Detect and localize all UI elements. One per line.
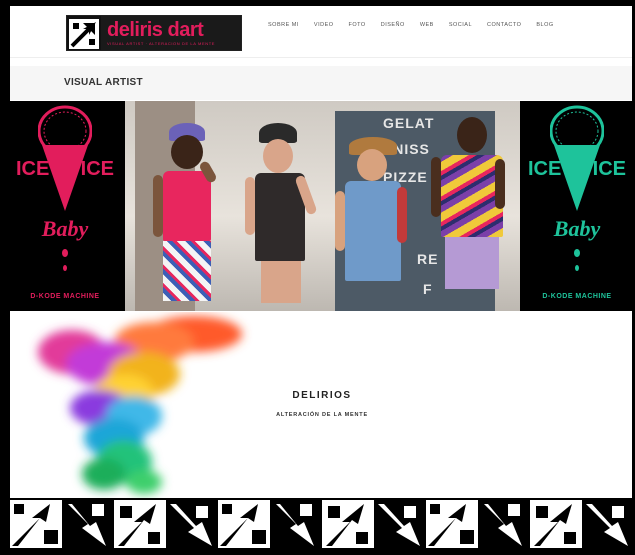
drip-icon [63,265,67,271]
poster-text-ice-right: ICE [80,158,114,180]
person-figure [425,111,517,311]
arrow-pattern-band [10,498,632,548]
arrow-pattern-icon [478,500,530,548]
nav-item-web[interactable]: WEB [420,22,434,28]
section-subtitle: ALTERACIÓN DE LA MENTE [276,412,368,418]
arrow-pattern-icon [166,500,218,548]
logo-tagline: VISUAL ARTIST · ALTERACION DE LA MENTE [107,41,216,46]
nav-item-contacto[interactable]: CONTACTO [487,22,521,28]
arrow-pattern-icon [374,500,426,548]
drip-icon [575,265,579,271]
poster-text-ice-left: ICE [16,158,50,180]
arrow-pattern-icon [114,500,166,548]
arrow-pattern-icon [322,500,374,548]
hero-banner: ICE ICE Baby D-KODE MACHINE GELAT RANISS… [10,101,632,311]
nav-item-blog[interactable]: BLOG [536,22,553,28]
poster-ice-baby-left: ICE ICE Baby D-KODE MACHINE [10,101,120,311]
main-nav: SOBRE MI VIDEO FOTO DISEÑO WEB SOCIAL CO… [268,22,554,28]
person-figure [331,135,415,311]
site-header: deliris dart VISUAL ARTIST · ALTERACION … [10,6,632,58]
nav-item-foto[interactable]: FOTO [349,22,366,28]
poster-ice-baby-right: ICE ICE Baby D-KODE MACHINE [522,101,632,311]
poster-text-ice-left: ICE [528,158,562,180]
arrow-pattern-icon [218,500,270,548]
logo-wordmark: deliris dart VISUAL ARTIST · ALTERACION … [101,16,241,50]
person-figure [235,117,321,311]
drip-icon [62,249,68,257]
hero-photo-girls-ice-cream: GELAT RANISS PIZZE RE F [125,101,520,311]
nav-item-social[interactable]: SOCIAL [449,22,472,28]
drip-icon [574,249,580,257]
poster-text-baby: Baby [41,216,89,241]
arrow-pattern-icon [62,500,114,548]
poster-text-ice-right: ICE [592,158,626,180]
browser-frame: deliris dart VISUAL ARTIST · ALTERACION … [10,6,632,548]
logo-name: deliris dart [107,19,204,41]
poster-text-machine: D-KODE MACHINE [542,293,612,300]
nav-item-diseno[interactable]: DISEÑO [381,22,405,28]
site-logo[interactable]: deliris dart VISUAL ARTIST · ALTERACION … [66,15,242,51]
subtitle-bar: VISUAL ARTIST [10,66,632,100]
arrow-pattern-icon [10,500,62,548]
person-figure [147,119,227,311]
arrow-pattern-icon [270,500,322,548]
page-subtitle: VISUAL ARTIST [64,77,143,88]
nav-item-video[interactable]: VIDEO [314,22,334,28]
arrow-pattern-icon [582,500,632,548]
delirios-section: DELIRIOS ALTERACIÓN DE LA MENTE [10,312,632,498]
arrow-pattern-icon [530,500,582,548]
poster-text-baby: Baby [553,216,601,241]
color-smoke-splash-image [38,316,242,494]
poster-text-machine: D-KODE MACHINE [30,293,100,300]
nav-item-sobre-mi[interactable]: SOBRE MI [268,22,299,28]
section-title: DELIRIOS [292,390,352,401]
arrow-pattern-icon [426,500,478,548]
logo-arrow-icon [67,16,101,50]
